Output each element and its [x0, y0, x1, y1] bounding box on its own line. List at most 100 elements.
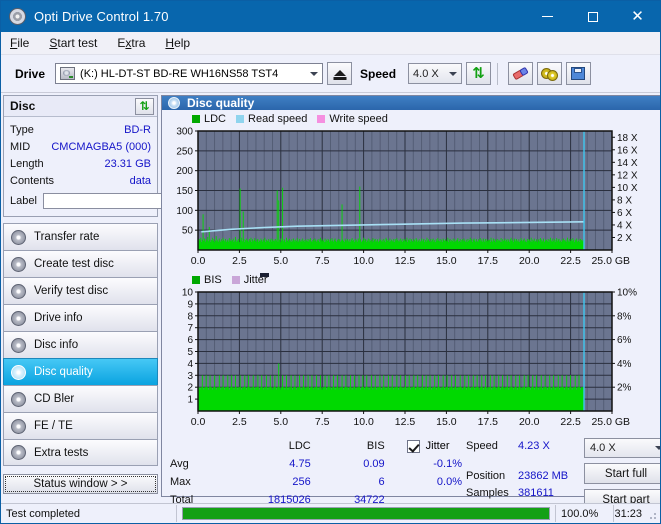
table-row: Max 256 6 0.0%: [170, 473, 462, 491]
svg-text:22.5: 22.5: [560, 416, 581, 428]
samples-value: 381611: [518, 486, 554, 499]
selection-marker-icon: [260, 273, 269, 277]
chevron-down-icon: [655, 446, 660, 450]
copy-disc-button[interactable]: [537, 62, 563, 85]
legend-label-ldc: LDC: [204, 112, 227, 125]
ldc-chart-svg: 50 100 150 200 250 300 2 X 4 X6 X 8 X10 X 12 X14 …: [176, 127, 638, 268]
disc-icon: [11, 391, 26, 407]
disc-type-label: Type: [10, 123, 34, 136]
sidebar-item-label: Create test disc: [34, 258, 114, 270]
legend-swatch-ldc: [192, 114, 200, 123]
sidebar-item-disc-quality[interactable]: Disc quality: [3, 358, 158, 385]
ldc-chart: 50 100 150 200 250 300 2 X 4 X6 X 8 X 10 X 12 X 14 …: [162, 125, 660, 270]
resize-grip[interactable]: [647, 510, 657, 520]
sidebar-item-verify-test-disc[interactable]: Verify test disc: [3, 277, 158, 304]
progress-percent: 100.0%: [556, 505, 614, 522]
disc-refresh-button[interactable]: ⇅: [135, 97, 154, 115]
status-window-button[interactable]: Status window > >: [3, 474, 158, 494]
svg-text:0.0: 0.0: [191, 255, 206, 267]
toolbar-divider: [497, 62, 499, 85]
speed-select-value: 4.0 X: [413, 67, 439, 80]
menu-start-test[interactable]: Start test: [49, 36, 97, 50]
disc-label-row: Label: [10, 190, 244, 212]
legend-swatch-write-speed: [317, 114, 326, 123]
legend-swatch-jitter: [231, 275, 240, 284]
eject-icon: [333, 70, 346, 76]
sidebar-item-transfer-rate[interactable]: Transfer rate: [3, 223, 158, 250]
svg-text:5.0: 5.0: [273, 416, 288, 428]
svg-text:7: 7: [187, 323, 193, 334]
svg-text:2 X: 2 X: [617, 233, 632, 244]
save-button[interactable]: [566, 62, 592, 85]
status-message: Test completed: [1, 505, 177, 522]
jitter-label: Jitter: [425, 440, 450, 452]
svg-text:8: 8: [187, 311, 193, 322]
application-window: Opti Drive Control 1.70 ✕ FFileile Start…: [0, 0, 661, 524]
start-full-button[interactable]: Start full: [584, 463, 660, 484]
menu-extra[interactable]: Extra: [117, 36, 145, 50]
eject-button[interactable]: [327, 62, 353, 85]
svg-text:4 X: 4 X: [617, 220, 632, 231]
disc-icon: [168, 97, 180, 109]
sidebar-item-label: Drive info: [34, 312, 83, 324]
maximize-button[interactable]: [570, 1, 615, 32]
minimize-button[interactable]: [525, 1, 570, 32]
disc-icon: [11, 445, 26, 460]
samples-label: Samples: [466, 486, 509, 499]
svg-text:6: 6: [187, 335, 193, 346]
jitter-max-value: 0.0%: [436, 476, 462, 488]
legend-item-read-speed: Read speed: [236, 113, 307, 125]
disc-panel: Disc ⇅ Type BD-R MID CMCMAGBA5 (000) Len…: [3, 95, 244, 217]
ldc-avg-value: 4.75: [289, 458, 311, 470]
svg-text:300: 300: [176, 127, 193, 138]
progress-bar: [182, 507, 550, 520]
erase-button[interactable]: [508, 62, 534, 85]
legend-label-bis: BIS: [204, 273, 222, 286]
sidebar-item-create-test-disc[interactable]: Create test disc: [3, 250, 158, 277]
chevron-down-icon: [310, 71, 319, 76]
menu-help[interactable]: Help: [165, 36, 190, 50]
svg-text:22.5: 22.5: [560, 255, 581, 267]
disc-icon: [11, 283, 26, 299]
sidebar-item-label: Extra tests: [34, 446, 89, 459]
svg-text:2.5: 2.5: [232, 416, 247, 428]
svg-text:6%: 6%: [617, 335, 632, 346]
pane-header: Disc quality: [162, 96, 660, 110]
svg-text:50: 50: [182, 226, 194, 237]
disc-icon: [11, 337, 26, 353]
disc-icon: [11, 229, 26, 245]
app-disc-icon: [9, 8, 26, 25]
svg-text:10%: 10%: [617, 288, 637, 299]
svg-text:14 X: 14 X: [617, 158, 638, 169]
legend-item-ldc: LDC: [192, 113, 226, 125]
svg-text:10.0: 10.0: [353, 255, 374, 267]
svg-text:250: 250: [176, 146, 193, 157]
disc-icon: [11, 364, 26, 380]
sidebar-item-cd-bler[interactable]: CD Bler: [3, 385, 158, 412]
svg-text:25.0 GB: 25.0 GB: [591, 255, 630, 267]
sidebar-item-extra-tests[interactable]: Extra tests: [3, 439, 158, 466]
test-speed-select[interactable]: 4.0 X: [584, 438, 660, 458]
speed-select[interactable]: 4.0 X: [408, 63, 463, 84]
title-bar: Opti Drive Control 1.70 ✕: [1, 1, 660, 32]
jitter-toggle[interactable]: Jitter: [385, 439, 462, 453]
disc-info-rows: Type BD-R MID CMCMAGBA5 (000) Length 23.…: [4, 117, 244, 216]
sidebar-item-fe-te[interactable]: FE / TE: [3, 412, 158, 439]
discs-icon: [541, 66, 559, 81]
menu-bar: FFileile Start test Extra Help: [1, 32, 660, 55]
svg-text:0.0: 0.0: [191, 416, 206, 428]
position-value: 23862 MB: [518, 469, 569, 482]
svg-text:12.5: 12.5: [395, 416, 416, 428]
sidebar-item-disc-info[interactable]: Disc info: [3, 331, 158, 358]
jitter-checkbox[interactable]: [406, 439, 420, 453]
sidebar-item-drive-info[interactable]: Drive info: [3, 304, 158, 331]
svg-text:18 X: 18 X: [617, 133, 638, 144]
refresh-button[interactable]: [466, 62, 492, 85]
svg-text:16 X: 16 X: [617, 145, 638, 156]
close-button[interactable]: ✕: [615, 1, 660, 32]
svg-text:4%: 4%: [617, 359, 632, 370]
disc-contents-label: Contents: [10, 174, 55, 187]
col-header-bis: BIS: [366, 440, 385, 452]
menu-file[interactable]: FFileile: [10, 36, 29, 50]
drive-select[interactable]: (K:) HL-DT-ST BD-RE WH16NS58 TST4: [55, 63, 324, 84]
